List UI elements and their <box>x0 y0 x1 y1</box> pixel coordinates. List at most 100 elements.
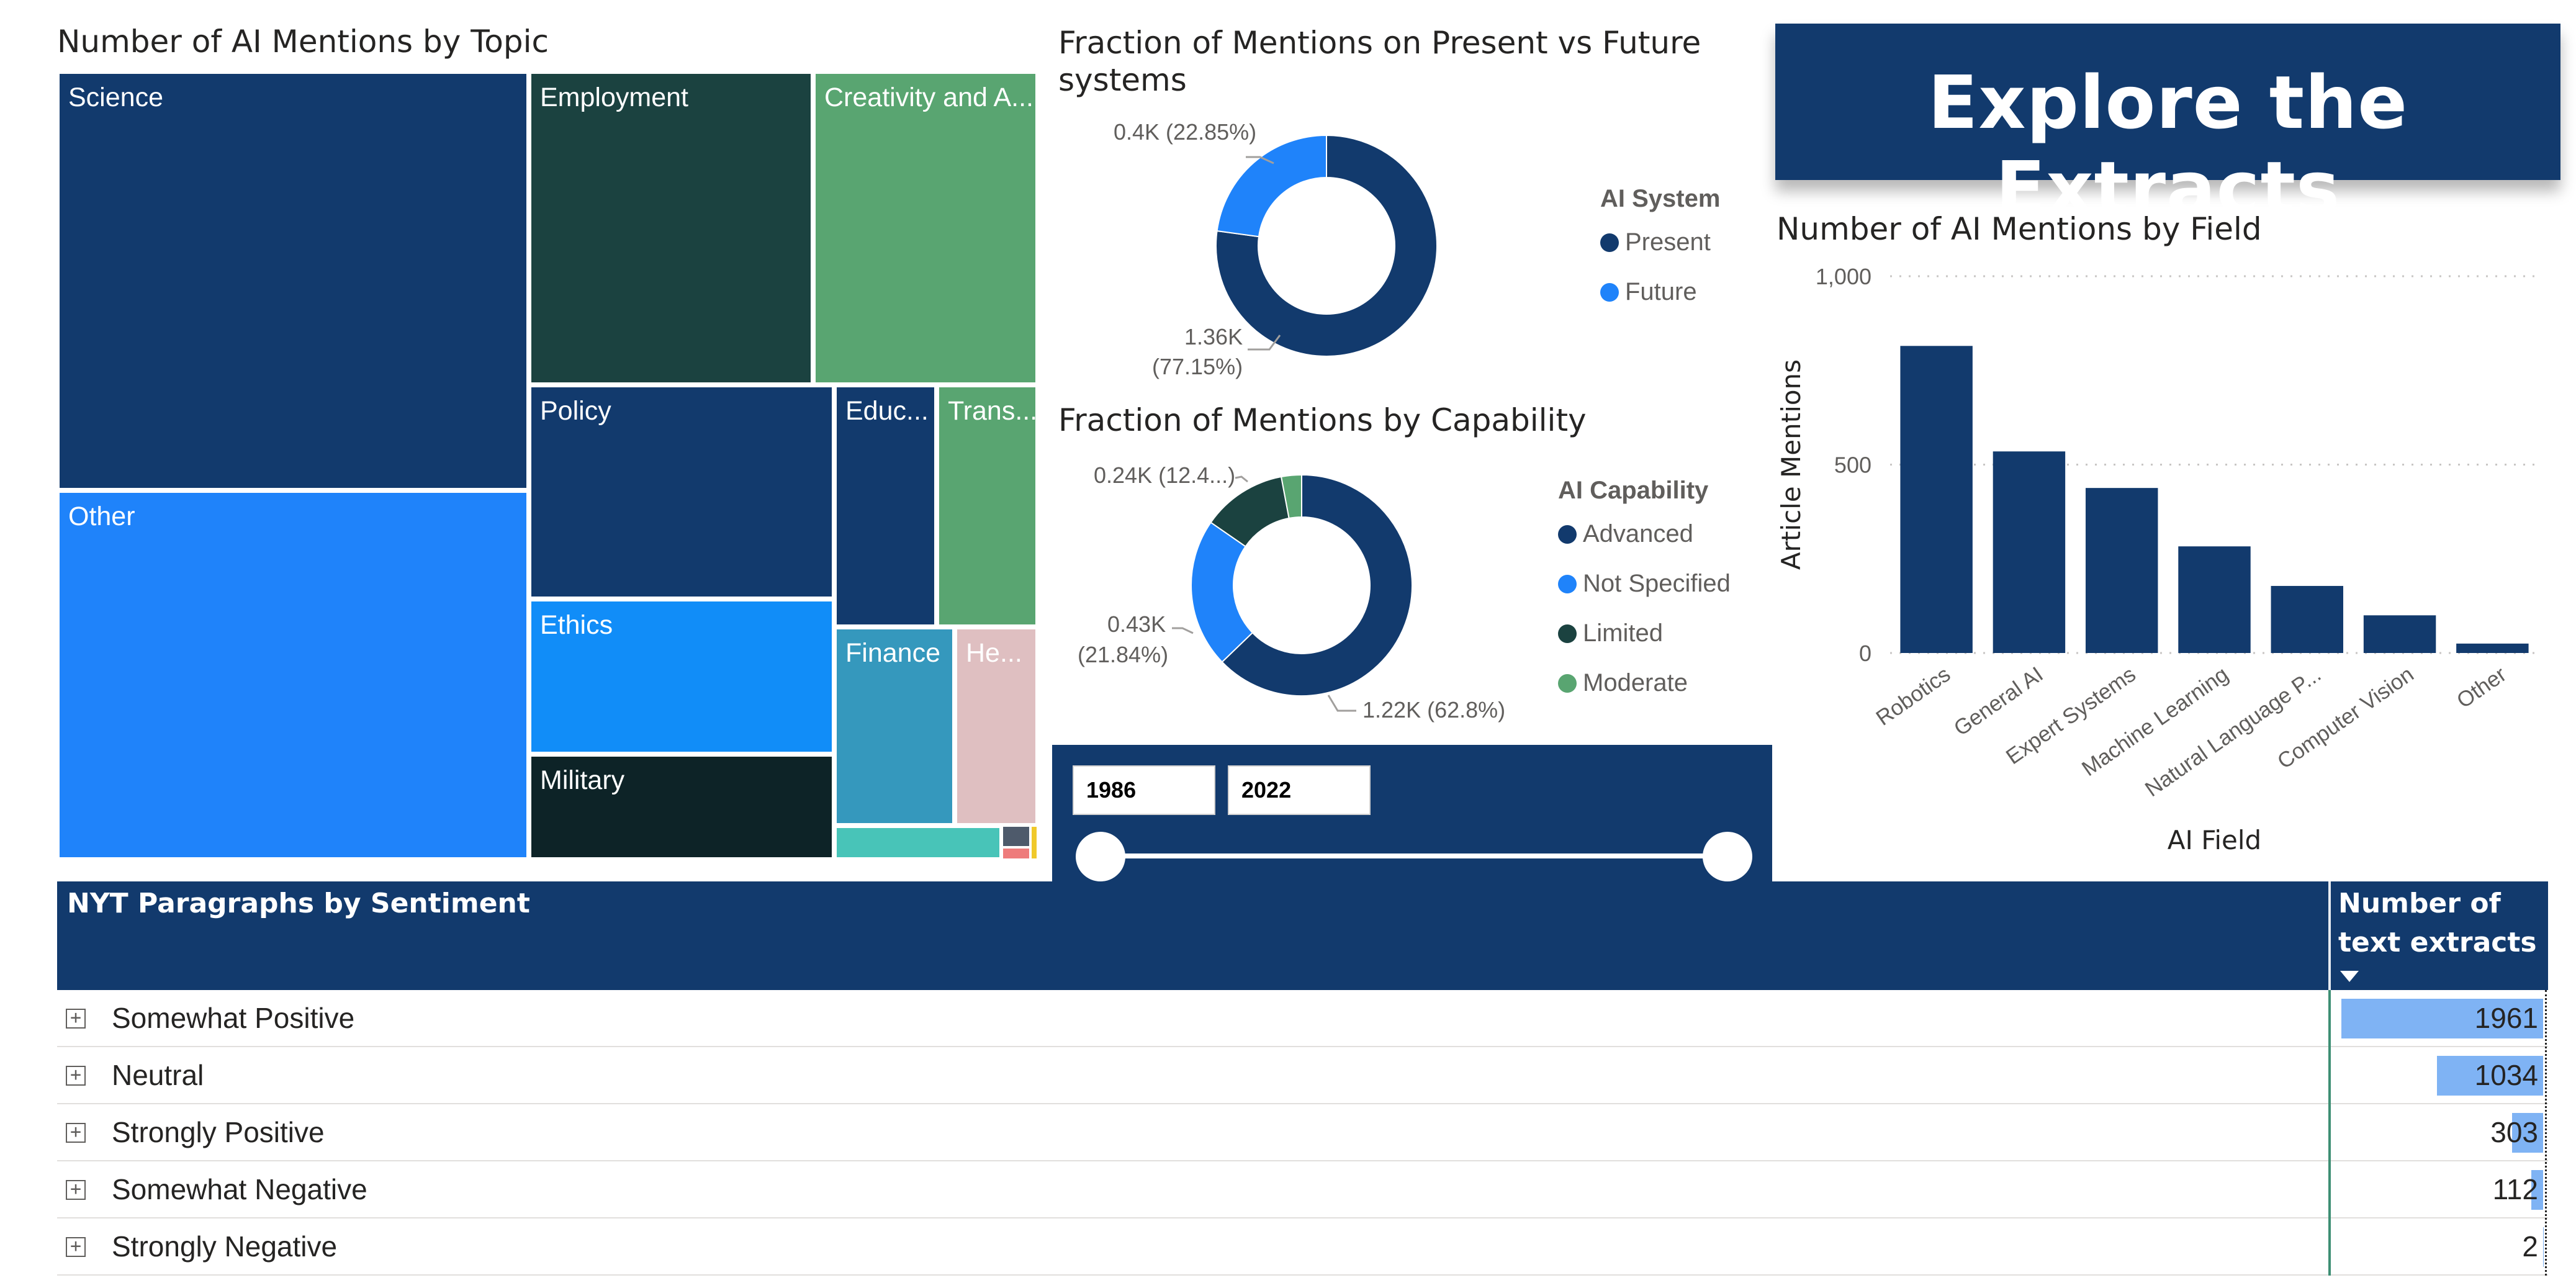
end-year-input[interactable]: 2022 <box>1228 765 1371 815</box>
legend-label: Not Specified <box>1583 570 1731 597</box>
x-tick-label: Robotics <box>1871 662 1955 731</box>
legend-dot-icon <box>1558 624 1577 643</box>
column-header-sentiment[interactable]: NYT Paragraphs by Sentiment <box>67 888 530 919</box>
y-axis-title: Article Mentions <box>1776 359 1806 570</box>
x-tick-label: Other <box>2452 662 2511 713</box>
legend-item-present[interactable]: Present <box>1600 228 1711 256</box>
treemap-tile-label: Ethics <box>540 610 613 640</box>
legend-item-advanced[interactable]: Advanced <box>1558 520 1693 548</box>
capability-leader-notspec <box>1172 627 1194 634</box>
capability-label-notspec-value: 0.43K <box>1107 611 1166 637</box>
treemap-tile-finance[interactable]: Finance <box>834 627 955 826</box>
bar-expert-systems[interactable] <box>2085 488 2158 653</box>
table-row[interactable]: + Neutral 1034 <box>57 1047 2548 1104</box>
treemap-tile-trans[interactable]: Trans... <box>937 385 1038 627</box>
expand-plus-icon[interactable]: + <box>66 1066 86 1086</box>
legend-item-not-specified[interactable]: Not Specified <box>1558 570 1731 598</box>
row-label: Strongly Positive <box>112 1116 325 1148</box>
capability-leader-limited <box>1235 475 1248 483</box>
y-tick-label: 0 <box>1859 641 1871 666</box>
table-row[interactable]: + Strongly Positive 303 <box>57 1104 2548 1161</box>
row-label: Strongly Negative <box>112 1230 338 1263</box>
column-header-count-line1[interactable]: Number of <box>2338 888 2501 919</box>
legend-item-limited[interactable]: Limited <box>1558 619 1663 647</box>
treemap-tile-label: He... <box>966 638 1022 668</box>
legend-dot-icon <box>1600 233 1619 252</box>
start-year-input[interactable]: 1986 <box>1073 765 1215 815</box>
table-row[interactable]: + Somewhat Positive 1961 <box>57 990 2548 1047</box>
system-legend-title: AI System <box>1600 185 1721 212</box>
expand-plus-icon[interactable]: + <box>66 1009 86 1029</box>
header-divider <box>2328 881 2331 990</box>
treemap-tile-label: Policy <box>540 396 611 426</box>
treemap-tile-small-11[interactable] <box>834 826 1002 860</box>
system-label-present-pct: (77.15%) <box>1152 354 1243 379</box>
treemap-tile-science[interactable]: Science <box>57 71 529 490</box>
treemap-tile-small-12[interactable] <box>1002 826 1030 847</box>
explore-extracts-banner[interactable]: Explore the Extracts <box>1775 24 2560 231</box>
slider-end-handle[interactable] <box>1703 832 1752 881</box>
bar-robotics[interactable] <box>1900 346 1973 653</box>
legend-item-moderate[interactable]: Moderate <box>1558 669 1688 697</box>
sort-descending-icon[interactable] <box>2339 970 2360 983</box>
bar-machine-learning[interactable] <box>2178 546 2251 653</box>
field-chart-title: Number of AI Mentions by Field <box>1777 211 2262 247</box>
bar-computer-vision[interactable] <box>2363 615 2436 653</box>
treemap-tile-label: Trans... <box>948 396 1038 426</box>
legend-label: Moderate <box>1583 669 1688 696</box>
legend-label: Limited <box>1583 619 1663 647</box>
column-header-count-line2[interactable]: text extracts <box>2338 927 2537 958</box>
x-axis-title: AI Field <box>2168 825 2261 855</box>
row-label: Neutral <box>112 1059 204 1091</box>
legend-item-future[interactable]: Future <box>1600 278 1697 306</box>
treemap-tile-small-13[interactable] <box>1030 826 1038 860</box>
year-range-slicer: 1986 2022 <box>1052 745 1772 885</box>
field-bar-chart: 05001,000RoboticsGeneral AIExpert System… <box>1776 264 2539 855</box>
row-value: 303 <box>2490 1116 2538 1148</box>
legend-dot-icon <box>1600 283 1619 302</box>
table-row[interactable]: + Somewhat Negative 112 <box>57 1161 2548 1218</box>
treemap-tile-he[interactable]: He... <box>955 627 1038 826</box>
treemap-tile-creativity-and-a[interactable]: Creativity and A... <box>813 71 1038 385</box>
expand-plus-icon[interactable]: + <box>66 1180 86 1200</box>
legend-dot-icon <box>1558 575 1577 593</box>
legend-label: Future <box>1625 278 1697 305</box>
legend-dot-icon <box>1558 525 1577 544</box>
treemap-tile-other[interactable]: Other <box>57 490 529 860</box>
treemap-tile-ethics[interactable]: Ethics <box>529 599 834 754</box>
capability-leader-advanced <box>1327 695 1356 712</box>
legend-label: Present <box>1625 228 1711 256</box>
treemap-tile-small-14[interactable] <box>1002 847 1030 860</box>
row-value: 1034 <box>2474 1059 2538 1091</box>
treemap-tile-label: Educ... <box>845 396 929 426</box>
row-label: Somewhat Positive <box>112 1002 355 1034</box>
row-value: 1961 <box>2474 1002 2538 1034</box>
treemap-tile-label: Science <box>68 83 163 112</box>
expand-plus-icon[interactable]: + <box>66 1237 86 1257</box>
treemap-tile-military[interactable]: Military <box>529 754 834 860</box>
expand-plus-icon[interactable]: + <box>66 1123 86 1143</box>
system-donut-chart <box>1215 134 1438 357</box>
bar-natural-language-p[interactable] <box>2271 585 2344 653</box>
bar-general-ai[interactable] <box>1993 451 2066 653</box>
banner-text: Explore the Extracts <box>1927 60 2408 231</box>
treemap-tile-policy[interactable]: Policy <box>529 385 834 599</box>
legend-dot-icon <box>1558 674 1577 693</box>
capability-donut-title: Fraction of Mentions by Capability <box>1058 402 1587 438</box>
table-row[interactable]: + Strongly Negative 2 <box>57 1218 2548 1276</box>
slider-start-handle[interactable] <box>1076 832 1125 881</box>
system-slice-future[interactable] <box>1216 134 1327 238</box>
slider-track[interactable] <box>1107 853 1727 858</box>
capability-label-notspec-pct: (21.84%) <box>1078 642 1169 667</box>
system-donut-title-line2: systems <box>1058 62 1187 98</box>
row-value: 112 <box>2492 1173 2538 1205</box>
treemap-tile-employment[interactable]: Employment <box>529 71 813 385</box>
treemap-tile-label: Other <box>68 502 135 531</box>
capability-legend-title: AI Capability <box>1558 477 1709 504</box>
treemap-title: Number of AI Mentions by Topic <box>57 24 549 60</box>
bar-other[interactable] <box>2456 643 2529 653</box>
row-value: 2 <box>2522 1230 2538 1263</box>
table-right-edge <box>2545 990 2547 1276</box>
treemap-tile-educ[interactable]: Educ... <box>834 385 937 627</box>
y-tick-label: 1,000 <box>1816 264 1871 289</box>
